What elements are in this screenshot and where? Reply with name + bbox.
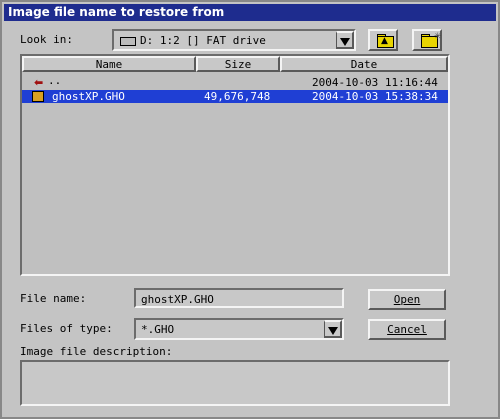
file-type-dropdown-button[interactable] — [324, 320, 342, 338]
file-name: ghostXP.GHO — [52, 90, 125, 103]
file-type-dropdown[interactable]: *.GHO — [134, 318, 344, 340]
file-name-label: File name: — [20, 292, 87, 305]
file-size: 49,676,748 — [204, 90, 271, 103]
open-button[interactable]: Open — [368, 289, 446, 310]
list-item-ghostxp[interactable]: ghostXP.GHO 49,676,748 2004-10-03 15:38:… — [22, 90, 448, 103]
file-date: 2004-10-03 11:16:44 — [312, 76, 438, 89]
drive-icon — [120, 37, 136, 46]
file-name: .. — [48, 74, 62, 87]
restore-dialog: Image file name to restore from Look in:… — [0, 0, 500, 419]
file-type-label: Files of type: — [20, 322, 113, 335]
file-list[interactable]: Name Size Date ⬅ .. 2004-10-03 11:16:44 … — [20, 54, 450, 276]
column-header-date[interactable]: Date — [280, 56, 448, 72]
cancel-button[interactable]: Cancel — [368, 319, 446, 340]
cancel-button-label: Cancel — [387, 323, 427, 336]
column-header-size[interactable]: Size — [196, 56, 280, 72]
image-description-label: Image file description: — [20, 345, 173, 358]
look-in-value: D: 1:2 [] FAT drive — [140, 34, 266, 47]
look-in-dropdown[interactable]: D: 1:2 [] FAT drive — [112, 29, 356, 51]
file-name-input[interactable]: ghostXP.GHO — [134, 288, 344, 308]
dialog-title: Image file name to restore from — [4, 4, 496, 21]
file-type-value: *.GHO — [141, 323, 175, 336]
column-header-name[interactable]: Name — [22, 56, 196, 72]
chevron-down-icon — [340, 38, 350, 46]
open-button-label: Open — [393, 293, 421, 306]
image-description-field — [20, 360, 450, 406]
sparkle-icon: ✳ — [434, 32, 442, 42]
parent-folder-icon: ⬅ — [34, 76, 44, 89]
ghost-image-icon — [32, 91, 44, 102]
new-folder-button[interactable]: ✳ — [412, 29, 442, 51]
chevron-down-icon — [328, 327, 338, 335]
folder-up-icon: ▲ — [377, 36, 394, 48]
list-item-parent[interactable]: ⬅ .. 2004-10-03 11:16:44 — [22, 74, 448, 89]
up-folder-button[interactable]: ▲ — [368, 29, 398, 51]
file-date: 2004-10-03 15:38:34 — [312, 90, 438, 103]
look-in-dropdown-button[interactable] — [336, 31, 354, 49]
look-in-label: Look in: — [20, 33, 73, 46]
file-name-value: ghostXP.GHO — [141, 293, 214, 306]
